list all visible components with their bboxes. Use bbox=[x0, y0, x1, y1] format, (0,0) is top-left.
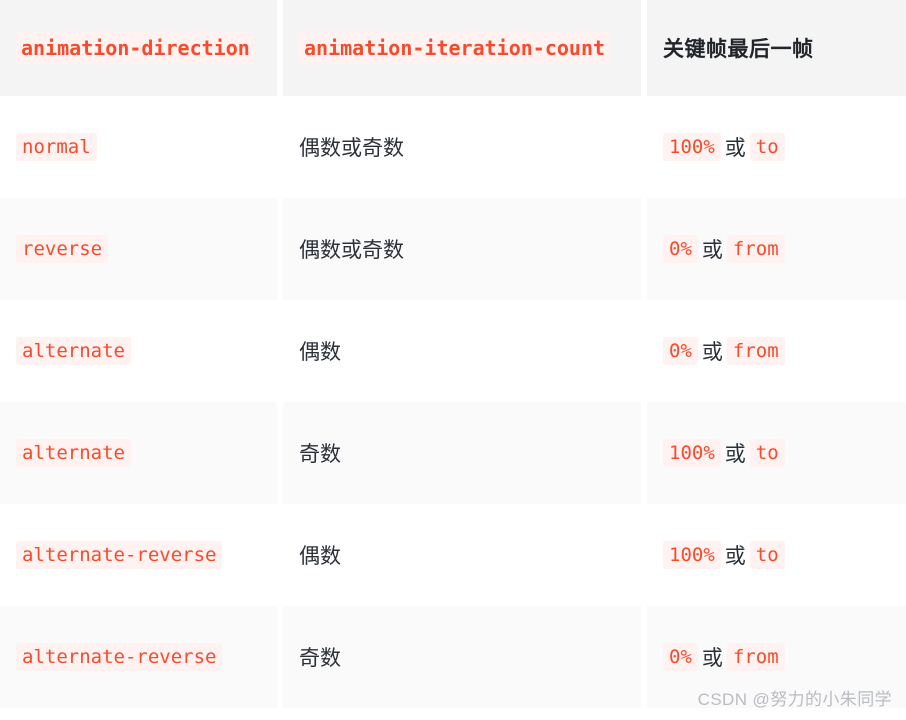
cell-iteration-count: 偶数或奇数 bbox=[283, 96, 641, 198]
keyframe-separator: 或 bbox=[724, 137, 746, 160]
header-text-keyframe-last-frame: 关键帧最后一帧 bbox=[663, 38, 814, 61]
code-keyframe-primary: 100% bbox=[663, 132, 721, 161]
code-direction-value: alternate bbox=[16, 336, 131, 365]
code-keyframe-primary: 0% bbox=[663, 336, 698, 365]
table-row: alternate-reverse 偶数 100% 或 to bbox=[0, 504, 906, 606]
code-keyframe-alias: from bbox=[726, 336, 785, 365]
cell-direction: normal bbox=[0, 96, 277, 198]
animation-direction-table: animation-direction animation-iteration-… bbox=[0, 0, 906, 708]
code-direction-value: alternate bbox=[16, 438, 131, 467]
table-row: reverse 偶数或奇数 0% 或 from bbox=[0, 198, 906, 300]
code-keyframe-primary: 100% bbox=[663, 438, 721, 467]
code-keyframe-primary: 0% bbox=[663, 642, 698, 671]
cell-keyframe: 0% 或 from bbox=[647, 606, 906, 708]
code-keyframe-alias: from bbox=[726, 234, 785, 263]
cell-keyframe: 100% 或 to bbox=[647, 96, 906, 198]
cell-iteration-count: 奇数 bbox=[283, 402, 641, 504]
cell-direction: alternate bbox=[0, 300, 277, 402]
text-iteration-count: 偶数或奇数 bbox=[299, 239, 404, 262]
text-iteration-count: 偶数 bbox=[299, 545, 341, 568]
table-row: alternate-reverse 奇数 0% 或 from bbox=[0, 606, 906, 708]
table-header-row: animation-direction animation-iteration-… bbox=[0, 0, 906, 96]
cell-iteration-count: 奇数 bbox=[283, 606, 641, 708]
cell-direction: alternate-reverse bbox=[0, 606, 277, 708]
code-direction-value: normal bbox=[16, 132, 97, 161]
cell-direction: alternate bbox=[0, 402, 277, 504]
keyframe-separator: 或 bbox=[724, 443, 746, 466]
cell-iteration-count: 偶数 bbox=[283, 300, 641, 402]
code-keyframe-alias: to bbox=[749, 132, 785, 161]
code-direction-value: alternate-reverse bbox=[16, 642, 223, 671]
text-iteration-count: 奇数 bbox=[299, 647, 341, 670]
cell-iteration-count: 偶数或奇数 bbox=[283, 198, 641, 300]
code-keyframe-alias: to bbox=[749, 438, 785, 467]
cell-direction: reverse bbox=[0, 198, 277, 300]
keyframe-separator: 或 bbox=[701, 239, 723, 262]
table-row: alternate 偶数 0% 或 from bbox=[0, 300, 906, 402]
keyframe-separator: 或 bbox=[701, 341, 723, 364]
table-row: alternate 奇数 100% 或 to bbox=[0, 402, 906, 504]
code-keyframe-primary: 0% bbox=[663, 234, 698, 263]
header-code-animation-iteration-count: animation-iteration-count bbox=[299, 31, 611, 64]
header-code-animation-direction: animation-direction bbox=[16, 31, 255, 64]
column-header-animation-iteration-count: animation-iteration-count bbox=[283, 0, 641, 96]
keyframe-separator: 或 bbox=[701, 647, 723, 670]
column-header-keyframe-last-frame: 关键帧最后一帧 bbox=[647, 0, 906, 96]
table-body: normal 偶数或奇数 100% 或 to reverse 偶数或奇数 0% 或 fr… bbox=[0, 96, 906, 708]
cell-keyframe: 0% 或 from bbox=[647, 300, 906, 402]
keyframe-separator: 或 bbox=[724, 545, 746, 568]
text-iteration-count: 奇数 bbox=[299, 443, 341, 466]
code-direction-value: alternate-reverse bbox=[16, 540, 223, 569]
text-iteration-count: 偶数 bbox=[299, 341, 341, 364]
cell-keyframe: 100% 或 to bbox=[647, 504, 906, 606]
cell-keyframe: 0% 或 from bbox=[647, 198, 906, 300]
cell-iteration-count: 偶数 bbox=[283, 504, 641, 606]
cell-direction: alternate-reverse bbox=[0, 504, 277, 606]
code-keyframe-alias: from bbox=[726, 642, 785, 671]
table-container: animation-direction animation-iteration-… bbox=[0, 0, 906, 720]
column-header-animation-direction: animation-direction bbox=[0, 0, 277, 96]
code-direction-value: reverse bbox=[16, 234, 109, 263]
table-row: normal 偶数或奇数 100% 或 to bbox=[0, 96, 906, 198]
cell-keyframe: 100% 或 to bbox=[647, 402, 906, 504]
table-header: animation-direction animation-iteration-… bbox=[0, 0, 906, 96]
code-keyframe-primary: 100% bbox=[663, 540, 721, 569]
text-iteration-count: 偶数或奇数 bbox=[299, 137, 404, 160]
code-keyframe-alias: to bbox=[749, 540, 785, 569]
